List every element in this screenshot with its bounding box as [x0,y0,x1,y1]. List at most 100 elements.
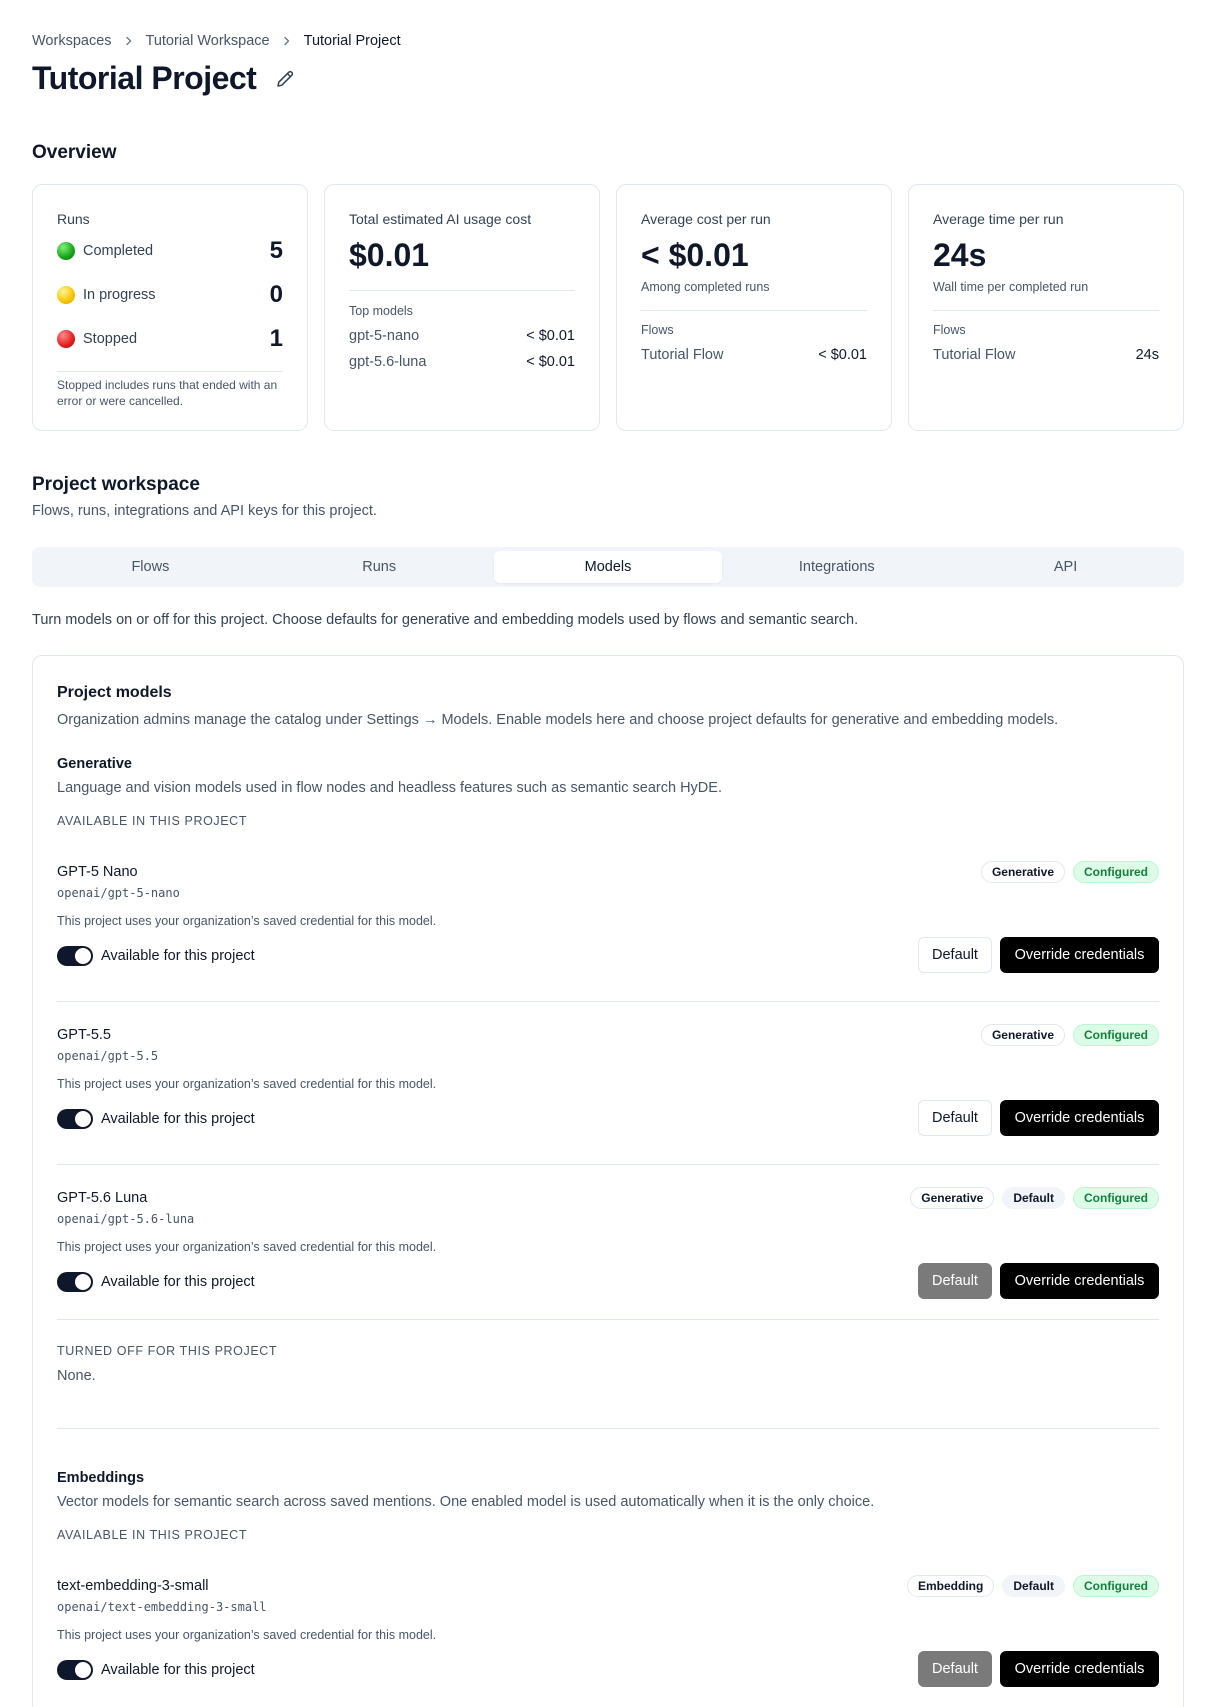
runs-stopped-row: Stopped 1 [57,317,283,361]
model-badges: Generative Configured [980,861,1159,883]
set-default-button[interactable]: Default [918,1651,992,1687]
set-default-button[interactable]: Default [918,1263,992,1299]
model-name: GPT-5.6 Luna [57,1190,148,1206]
availability-toggle-label: Available for this project [101,948,255,964]
top-model-row: gpt-5.6-luna < $0.01 [349,354,575,370]
model-id: openai/gpt-5.5 [57,1049,159,1063]
avg-cost-note: Among completed runs [641,280,770,294]
runs-label: Runs [57,211,90,227]
runs-note: Stopped includes runs that ended with an… [57,371,283,409]
runs-stopped-label: Stopped [83,331,138,347]
avg-cost-flow-value: < $0.01 [818,347,867,363]
total-cost-value: $0.01 [349,237,430,273]
availability-toggle-label: Available for this project [101,1111,255,1127]
tab-runs[interactable]: Runs [265,551,494,583]
availability-toggle-row: Available for this project [57,1272,255,1292]
runs-in-progress-label: In progress [83,287,156,303]
top-model-name: gpt-5.6-luna [349,354,427,370]
default-badge: Default [1002,1575,1065,1597]
override-credentials-button[interactable]: Override credentials [1000,1263,1159,1299]
model-id: openai/gpt-5-nano [57,886,180,900]
model-actions: Default Override credentials [918,937,1159,973]
runs-stopped-count: 1 [269,325,283,352]
model-badges: Generative Default Configured [910,1187,1159,1209]
configured-badge: Configured [1073,1575,1159,1597]
runs-completed-label: Completed [83,243,154,259]
avg-cost-flow-name: Tutorial Flow [641,347,724,363]
model-badges: Embedding Default Configured [906,1575,1159,1597]
set-default-button[interactable]: Default [918,937,992,973]
model-actions: Default Override credentials [918,1263,1159,1299]
total-cost-label: Total estimated AI usage cost [349,211,532,227]
page-title: Tutorial Project [32,60,257,96]
availability-toggle[interactable] [57,946,93,966]
top-models-label: Top models [349,304,413,318]
configured-badge: Configured [1073,861,1159,883]
avg-time-label: Average time per run [933,211,1064,227]
availability-toggle[interactable] [57,1109,93,1129]
generative-description: Language and vision models used in flow … [57,780,722,796]
tab-flows[interactable]: Flows [36,551,265,583]
model-credential-note: This project uses your organization’s sa… [57,1628,437,1642]
chevron-right-icon [124,36,134,46]
type-badge: Generative [980,1024,1065,1046]
divider [57,1319,1159,1320]
avg-cost-card: Average cost per run < $0.01 Among compl… [616,184,892,431]
tab-api[interactable]: API [951,551,1180,583]
avg-time-flows-label: Flows [933,323,966,337]
model-actions: Default Override credentials [918,1651,1159,1687]
override-credentials-button[interactable]: Override credentials [1000,937,1159,973]
availability-toggle-row: Available for this project [57,1109,255,1129]
runs-card: Runs Completed 5 In progress 0 Stopped 1… [32,184,308,431]
pencil-icon[interactable] [274,68,296,90]
project-workspace-subtitle: Flows, runs, integrations and API keys f… [32,503,377,519]
breadcrumb-tutorial-workspace[interactable]: Tutorial Workspace [146,33,270,49]
model-actions: Default Override credentials [918,1100,1159,1136]
model-name: GPT-5 Nano [57,864,138,880]
project-workspace-title: Project workspace [32,474,200,495]
type-badge: Generative [910,1187,995,1209]
override-credentials-button[interactable]: Override credentials [1000,1651,1159,1687]
avg-time-note: Wall time per completed run [933,280,1089,294]
override-credentials-button[interactable]: Override credentials [1000,1100,1159,1136]
turned-off-value: None. [57,1368,96,1384]
project-models-panel: Project models Organization admins manag… [32,655,1184,1707]
embeddings-available-label: AVAILABLE IN THIS PROJECT [57,1528,248,1542]
model-credential-note: This project uses your organization’s sa… [57,914,437,928]
model-id: openai/gpt-5.6-luna [57,1212,195,1226]
generative-title: Generative [57,756,132,772]
avg-time-flow-name: Tutorial Flow [933,347,1016,363]
configured-badge: Configured [1073,1187,1159,1209]
model-credential-note: This project uses your organization’s sa… [57,1077,437,1091]
type-badge: Generative [980,861,1065,883]
embeddings-description: Vector models for semantic search across… [57,1494,875,1510]
yellow-status-dot-icon [57,286,75,304]
tab-models[interactable]: Models [493,551,723,583]
avg-time-value: 24s [933,237,987,273]
avg-cost-flows-label: Flows [641,323,674,337]
top-model-value: < $0.01 [526,328,575,344]
top-model-row: gpt-5-nano < $0.01 [349,328,575,344]
tab-integrations[interactable]: Integrations [722,551,951,583]
avg-time-flow-row: Tutorial Flow 24s [933,347,1159,363]
availability-toggle[interactable] [57,1272,93,1292]
divider [57,1001,1159,1002]
avg-cost-flow-row: Tutorial Flow < $0.01 [641,347,867,363]
availability-toggle-row: Available for this project [57,946,255,966]
total-cost-card: Total estimated AI usage cost $0.01 Top … [324,184,600,431]
configured-badge: Configured [1073,1024,1159,1046]
project-models-description: Organization admins manage the catalog u… [57,712,1059,728]
green-status-dot-icon [57,242,75,260]
model-credential-note: This project uses your organization’s sa… [57,1240,437,1254]
availability-toggle[interactable] [57,1660,93,1680]
generative-available-label: AVAILABLE IN THIS PROJECT [57,814,248,828]
breadcrumb-workspaces[interactable]: Workspaces [32,33,112,49]
overview-title: Overview [32,142,117,163]
title-row: Tutorial Project [32,60,296,97]
project-models-title: Project models [57,684,172,701]
top-model-value: < $0.01 [526,354,575,370]
set-default-button[interactable]: Default [918,1100,992,1136]
model-name: GPT-5.5 [57,1027,111,1043]
avg-cost-value: < $0.01 [641,237,749,273]
runs-in-progress-count: 0 [269,281,283,308]
